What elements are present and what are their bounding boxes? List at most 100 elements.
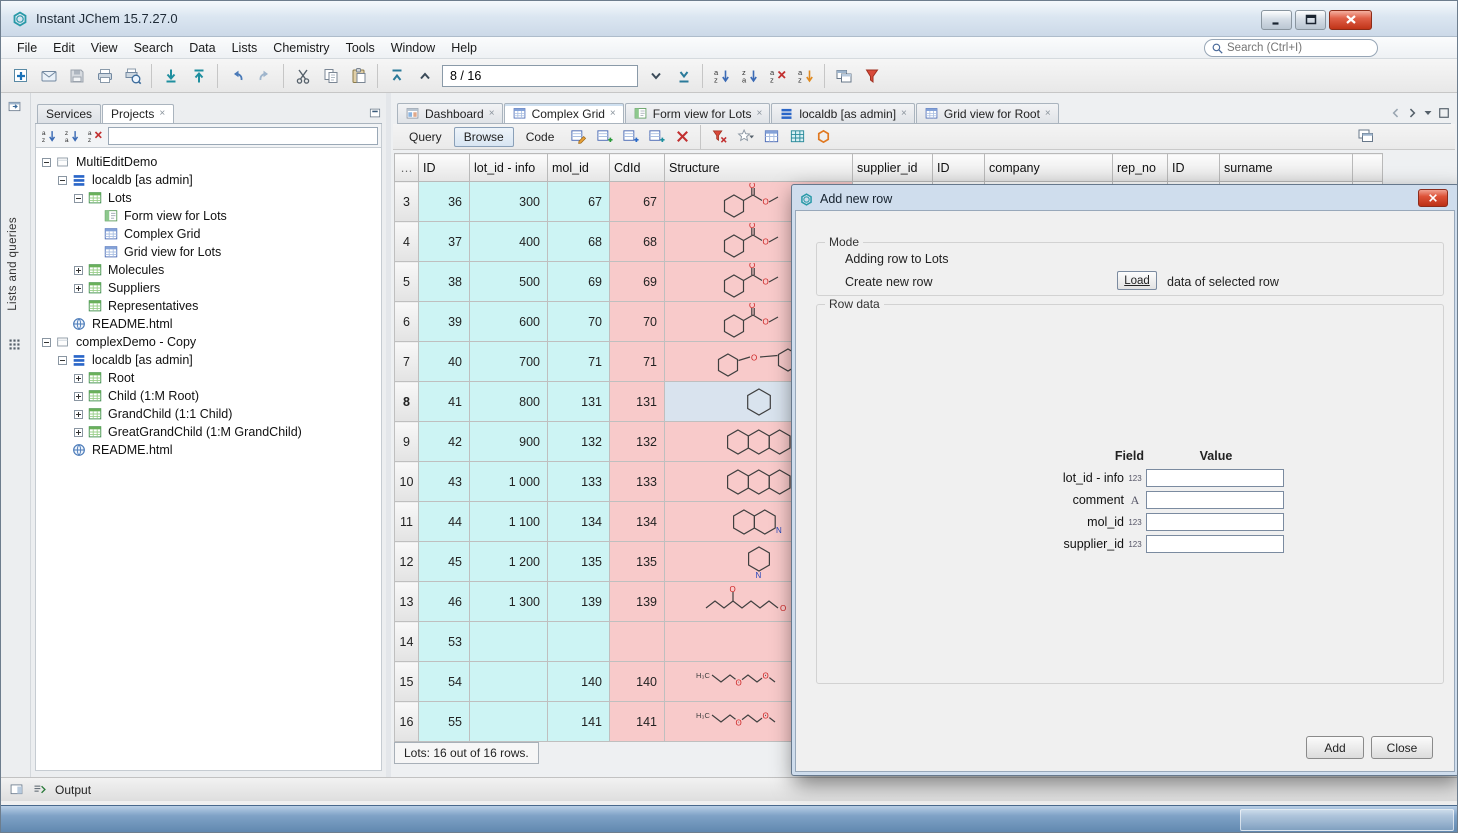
tree-item-child-1-m-root[interactable]: Child (1:M Root) <box>36 387 381 405</box>
lists-and-queries-tab[interactable]: Lists and queries <box>7 217 19 311</box>
new-form-icon[interactable] <box>7 62 34 89</box>
cell-id[interactable]: 43 <box>419 462 470 502</box>
column-header-id[interactable]: ID <box>933 154 985 182</box>
cell-id[interactable]: 40 <box>419 342 470 382</box>
tab-close-icon[interactable]: × <box>610 109 616 119</box>
cell-cdid[interactable]: 68 <box>610 222 665 262</box>
cell-id[interactable]: 42 <box>419 422 470 462</box>
cell-mol-id[interactable]: 140 <box>548 662 610 702</box>
show-table-icon[interactable] <box>759 126 783 148</box>
tab-close-icon[interactable]: × <box>159 109 165 119</box>
menu-search[interactable]: Search <box>126 38 182 58</box>
tree-toggle[interactable] <box>74 266 83 275</box>
cell-lot-id-info[interactable]: 700 <box>470 342 548 382</box>
scroll-tabs-right-icon[interactable] <box>1405 106 1419 120</box>
tree-toggle[interactable] <box>74 410 83 419</box>
row-header[interactable]: 4 <box>395 222 419 262</box>
tree-item-molecules[interactable]: Molecules <box>36 261 381 279</box>
cell-id[interactable]: 45 <box>419 542 470 582</box>
explorer-tab-services[interactable]: Services <box>37 104 101 123</box>
lists-grid-icon[interactable] <box>7 337 22 352</box>
tree-item-complexdemo-copy[interactable]: complexDemo - Copy <box>36 333 381 351</box>
insert-row-icon[interactable] <box>618 126 642 148</box>
tree-item-readme-html[interactable]: README.html <box>36 315 381 333</box>
menu-help[interactable]: Help <box>443 38 485 58</box>
dock-panel-icon[interactable] <box>9 782 24 797</box>
clear-sort-icon[interactable]: az <box>764 62 791 89</box>
query-mode-button[interactable]: Query <box>399 127 452 147</box>
tree-item-form-view-for-lots[interactable]: Form view for Lots <box>36 207 381 225</box>
column-header-structure[interactable]: Structure <box>665 154 853 182</box>
clone-row-icon[interactable] <box>644 126 668 148</box>
redo-icon[interactable] <box>251 62 278 89</box>
cell-id[interactable]: 37 <box>419 222 470 262</box>
tree-item-suppliers[interactable]: Suppliers <box>36 279 381 297</box>
tree-item-representatives[interactable]: Representatives <box>36 297 381 315</box>
cell-lot-id-info[interactable]: 500 <box>470 262 548 302</box>
column-header-id[interactable]: ID <box>1168 154 1220 182</box>
field-value-input[interactable] <box>1146 535 1284 553</box>
cell-id[interactable]: 41 <box>419 382 470 422</box>
sort-ascending-icon[interactable]: az <box>39 126 59 146</box>
cell-id[interactable]: 44 <box>419 502 470 542</box>
row-header[interactable]: 12 <box>395 542 419 582</box>
tree-toggle[interactable] <box>42 158 51 167</box>
tree-item-localdb-as-admin[interactable]: localdb [as admin] <box>36 171 381 189</box>
cell-id[interactable]: 38 <box>419 262 470 302</box>
sort-descending-icon[interactable]: za <box>62 126 82 146</box>
grid-config-icon[interactable] <box>785 126 809 148</box>
cell-mol-id[interactable] <box>548 622 610 662</box>
tree-item-readme-html[interactable]: README.html <box>36 441 381 459</box>
code-mode-button[interactable]: Code <box>516 127 565 147</box>
cell-id[interactable]: 55 <box>419 702 470 742</box>
row-header[interactable]: 10 <box>395 462 419 502</box>
row-header[interactable]: 14 <box>395 622 419 662</box>
edit-form-icon[interactable] <box>566 126 590 148</box>
cell-lot-id-info[interactable] <box>470 702 548 742</box>
cell-cdid[interactable]: 67 <box>610 182 665 222</box>
last-row-icon[interactable] <box>670 62 697 89</box>
browse-mode-button[interactable]: Browse <box>454 127 514 147</box>
panel-restore-icon[interactable] <box>7 99 22 114</box>
cell-lot-id-info[interactable]: 900 <box>470 422 548 462</box>
tree-toggle[interactable] <box>42 338 51 347</box>
output-window-icon[interactable] <box>32 782 47 797</box>
next-row-icon[interactable] <box>642 62 669 89</box>
cell-cdid[interactable]: 135 <box>610 542 665 582</box>
custom-sort-icon[interactable]: az <box>792 62 819 89</box>
cell-cdid[interactable]: 132 <box>610 422 665 462</box>
cell-cdid[interactable]: 69 <box>610 262 665 302</box>
explorer-tab-projects[interactable]: Projects× <box>102 104 174 123</box>
record-position-input[interactable] <box>442 65 638 87</box>
load-button[interactable]: Load <box>1117 271 1157 290</box>
cell-id[interactable]: 53 <box>419 622 470 662</box>
field-value-input[interactable] <box>1146 469 1284 487</box>
undo-icon[interactable] <box>223 62 250 89</box>
maximize-button[interactable] <box>1295 10 1326 30</box>
cell-mol-id[interactable]: 135 <box>548 542 610 582</box>
maximize-view-icon[interactable] <box>1437 106 1451 120</box>
search-input[interactable] <box>1227 42 1381 54</box>
row-header[interactable]: 13 <box>395 582 419 622</box>
cell-id[interactable]: 46 <box>419 582 470 622</box>
menu-view[interactable]: View <box>83 38 126 58</box>
tree-item-complex-grid[interactable]: Complex Grid <box>36 225 381 243</box>
cell-mol-id[interactable]: 139 <box>548 582 610 622</box>
dialog-titlebar[interactable]: Add new row <box>795 188 1455 210</box>
column-header-rep-no[interactable]: rep_no <box>1113 154 1168 182</box>
commit-icon[interactable] <box>157 62 184 89</box>
column-header-surname[interactable]: surname <box>1220 154 1353 182</box>
menu-edit[interactable]: Edit <box>45 38 83 58</box>
tab-localdb-as-admin[interactable]: localdb [as admin]× <box>771 103 915 123</box>
cell-cdid[interactable] <box>610 622 665 662</box>
row-header[interactable]: 7 <box>395 342 419 382</box>
tree-item-localdb-as-admin[interactable]: localdb [as admin] <box>36 351 381 369</box>
cell-cdid[interactable]: 140 <box>610 662 665 702</box>
field-value-input[interactable] <box>1146 491 1284 509</box>
clear-sort-icon[interactable]: az <box>85 126 105 146</box>
tab-grid-view-for-root[interactable]: Grid view for Root× <box>916 103 1059 123</box>
tree-toggle[interactable] <box>58 176 67 185</box>
column-header-lot-id-info[interactable]: lot_id - info <box>470 154 548 182</box>
add-row-icon[interactable] <box>592 126 616 148</box>
cell-mol-id[interactable]: 134 <box>548 502 610 542</box>
